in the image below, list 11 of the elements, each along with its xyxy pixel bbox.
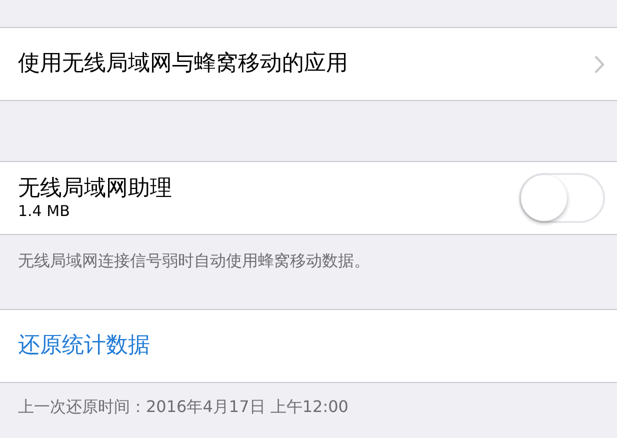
footer-note: 上一次还原时间：2016年4月17日 上午12:00 bbox=[18, 397, 348, 416]
reset-link[interactable]: 还原统计数据 bbox=[18, 332, 150, 360]
data-usage: 1.4 MB bbox=[18, 202, 71, 220]
settings-row[interactable]: 还原统计数据 bbox=[0, 309, 617, 383]
settings-row[interactable]: 使用无线局域网与蜂窝移动的应用 bbox=[0, 27, 617, 101]
settings-row[interactable]: 无线局域网助理 1.4 MB bbox=[0, 161, 617, 235]
row-title: 使用无线局域网与蜂窝移动的应用 bbox=[18, 50, 348, 78]
chevron-icon bbox=[594, 54, 605, 74]
toggle-switch[interactable] bbox=[519, 173, 605, 223]
footer-note: 无线局域网连接信号弱时自动使用蜂窝移动数据。 bbox=[18, 251, 370, 270]
row-title: 无线局域网助理 bbox=[18, 176, 172, 202]
